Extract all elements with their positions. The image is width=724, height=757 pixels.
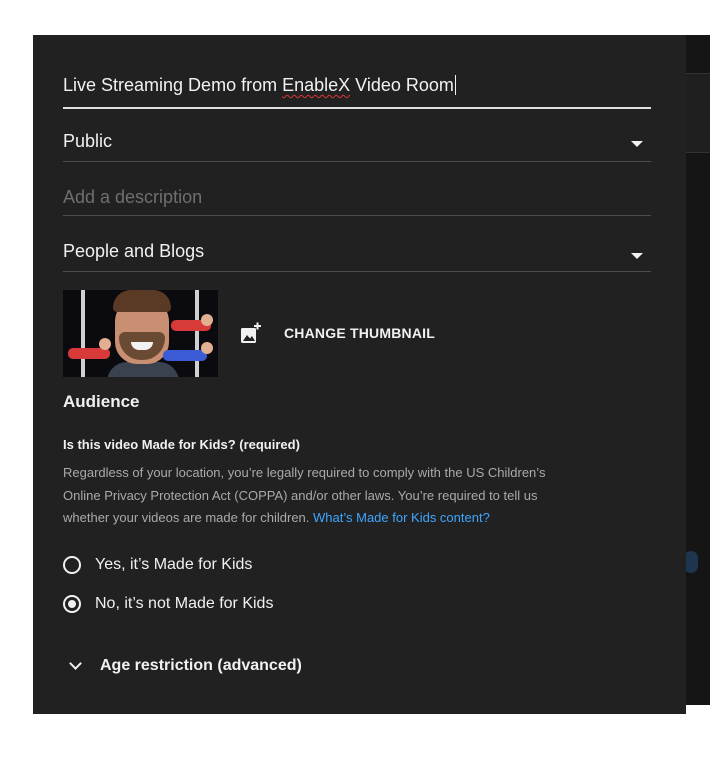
video-details-panel: Live Streaming Demo from EnableX Video R… (33, 35, 686, 714)
change-thumbnail-button[interactable]: CHANGE THUMBNAIL (240, 322, 435, 344)
text-caret (454, 75, 456, 95)
video-thumbnail[interactable] (63, 290, 218, 377)
spellcheck-word: EnableX (282, 75, 351, 95)
coppa-notice: Regardless of your location, you’re lega… (63, 462, 653, 530)
radio-no-label: No, it’s not Made for Kids (95, 595, 274, 612)
category-value: People and Blogs (63, 241, 205, 261)
coppa-notice-text: whether your videos are made for childre… (63, 510, 314, 525)
age-restriction-toggle[interactable]: Age restriction (advanced) (69, 657, 302, 675)
thumbnail-chat-bubble (163, 350, 207, 361)
radio-button-unchecked[interactable] (63, 556, 81, 574)
coppa-notice-line: Online Privacy Protection Act (COPPA) an… (63, 487, 538, 503)
thumbnail-frame-bar (195, 290, 199, 377)
thumbnail-avatar (201, 314, 213, 326)
visibility-select[interactable]: Public (63, 123, 651, 162)
chevron-down-icon (69, 657, 82, 670)
radio-button-checked[interactable] (63, 595, 81, 613)
title-field[interactable]: Live Streaming Demo from EnableX Video R… (63, 63, 651, 109)
thumbnail-avatar (99, 338, 111, 350)
background-scroll-knob (684, 551, 698, 573)
thumbnail-shirt (107, 362, 179, 377)
thumbnail-hair (113, 290, 171, 312)
description-field[interactable]: Add a description (63, 181, 651, 216)
title-input[interactable]: Live Streaming Demo from EnableX Video R… (63, 75, 456, 96)
made-for-kids-help-link[interactable]: What’s Made for Kids content? (313, 510, 490, 525)
title-text-prefix: Live Streaming Demo from (63, 75, 283, 95)
thumbnail-avatar (201, 342, 213, 354)
radio-yes-made-for-kids[interactable]: Yes, it’s Made for Kids (63, 556, 252, 574)
coppa-notice-line: Regardless of your location, you’re lega… (63, 465, 546, 480)
made-for-kids-question: Is this video Made for Kids? (required) (63, 437, 300, 452)
thumbnail-frame-bar (81, 290, 85, 377)
add-photo-icon (240, 322, 262, 344)
radio-yes-label: Yes, it’s Made for Kids (95, 556, 253, 573)
category-select[interactable]: People and Blogs (63, 233, 651, 272)
visibility-value: Public (63, 131, 113, 151)
age-restriction-label: Age restriction (advanced) (100, 657, 302, 674)
dropdown-arrow-icon[interactable] (631, 141, 643, 147)
audience-heading: Audience (63, 392, 140, 411)
description-placeholder: Add a description (63, 187, 203, 207)
radio-not-made-for-kids[interactable]: No, it’s not Made for Kids (63, 595, 273, 613)
change-thumbnail-label: CHANGE THUMBNAIL (284, 325, 435, 341)
coppa-notice-line: whether your videos are made for childre… (63, 507, 653, 530)
title-text-suffix: Video Room (350, 75, 454, 95)
page: Live Streaming Demo from EnableX Video R… (0, 0, 724, 757)
dropdown-arrow-icon[interactable] (631, 253, 643, 259)
